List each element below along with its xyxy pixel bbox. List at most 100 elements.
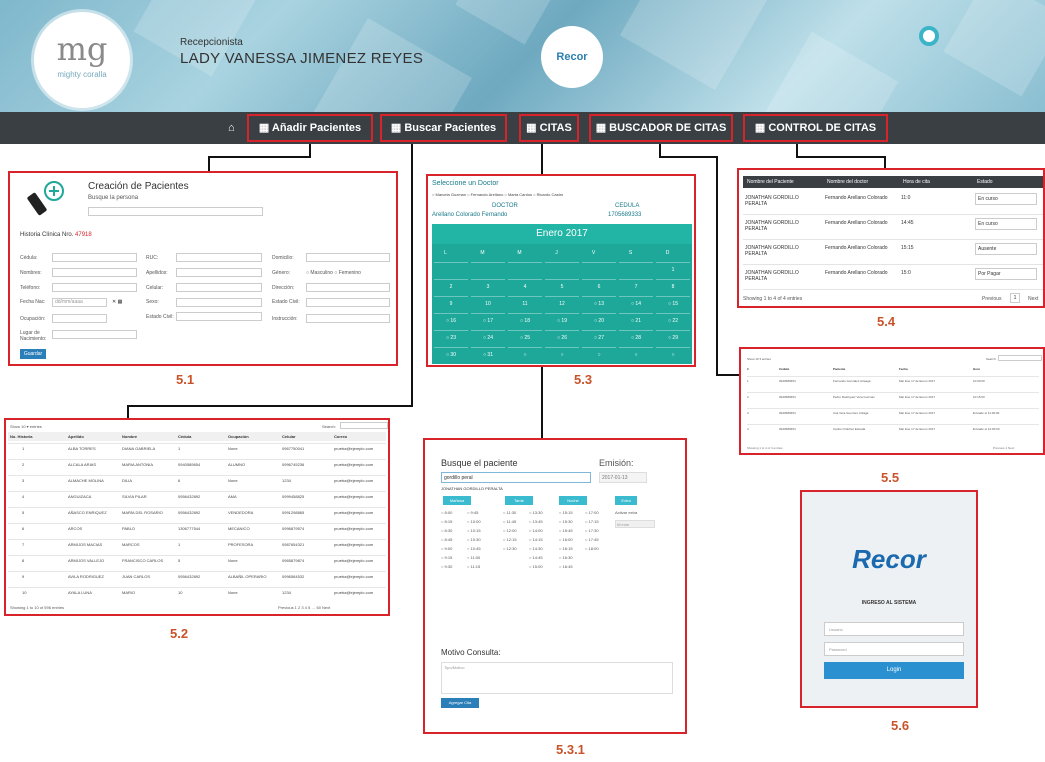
time-slot-radio[interactable]: ○ 12:00 [503, 528, 517, 533]
calendar-day[interactable]: 12 [545, 296, 579, 310]
time-slot-radio[interactable]: ○ 14:30 [529, 546, 543, 551]
time-slot-radio[interactable]: ○ 9:15 [441, 555, 452, 560]
login-button[interactable]: Login [824, 662, 964, 679]
motivo-textarea[interactable]: Tipo/Motivo [441, 662, 673, 694]
time-slot-radio[interactable]: ○ 14:00 [529, 528, 543, 533]
calendar-day[interactable]: ○ 22 [656, 313, 690, 327]
calendar-day[interactable]: ○ 23 [434, 330, 468, 344]
calendar-day[interactable]: 4 [508, 279, 542, 293]
calendar-day[interactable]: ○ 31 [471, 347, 505, 361]
calendar-day[interactable]: 8 [656, 279, 690, 293]
calendar-day[interactable]: ○ [508, 347, 542, 361]
time-slot-radio[interactable]: ○ 14:45 [529, 555, 543, 560]
apellidos-input[interactable] [176, 268, 262, 277]
control-page[interactable]: 1 [1010, 293, 1020, 303]
calendar-day[interactable]: ○ 15 [656, 296, 690, 310]
ocupacion-input[interactable] [52, 314, 107, 323]
calendar-day[interactable]: ○ 21 [619, 313, 653, 327]
time-slot-radio[interactable]: ○ 9:00 [441, 546, 452, 551]
direccion-input[interactable] [306, 283, 390, 292]
time-slot-radio[interactable]: ○ 14:15 [529, 537, 543, 542]
time-slot-radio[interactable]: ○ 15:15 [559, 510, 573, 515]
activar-extra-checkbox[interactable]: Activar extra [615, 510, 637, 515]
nav-appointment-search[interactable]: ▦ BUSCADOR DE CITAS [589, 114, 733, 142]
time-slot-radio[interactable]: ○ 10:00 [467, 519, 481, 524]
lugar-nac-input[interactable] [52, 330, 137, 339]
time-slot-radio[interactable]: ○ 11:45 [503, 519, 516, 524]
calendar-day[interactable]: ○ 20 [582, 313, 616, 327]
time-slot-radio[interactable]: ○ 17:00 [585, 510, 599, 515]
cedula-input[interactable] [52, 253, 137, 262]
time-slot-radio[interactable]: ○ 10:15 [467, 528, 481, 533]
time-slot-radio[interactable]: ○ 12:15 [503, 537, 517, 542]
control-status-select[interactable]: Ausente [975, 243, 1037, 255]
time-slot-radio[interactable]: ○ 12:30 [503, 546, 517, 551]
buscador-search-input[interactable] [998, 355, 1042, 361]
buscador-show[interactable]: Show 10 ▾ entries [747, 357, 771, 361]
estado-civil-input[interactable] [176, 312, 262, 321]
calendar-day[interactable]: 1 [656, 262, 690, 276]
calendar-day[interactable] [545, 262, 579, 276]
calendar-day[interactable]: ○ [545, 347, 579, 361]
calendar-day[interactable]: ○ [619, 347, 653, 361]
calendar-day[interactable]: ○ 26 [545, 330, 579, 344]
patient-suggestion[interactable]: JONATHAN GORDILLO PERALTA [441, 486, 503, 491]
calendar-day[interactable] [619, 262, 653, 276]
buscar-show[interactable]: Show 10 ▾ entries [10, 424, 42, 429]
time-slot-radio[interactable]: ○ 16:15 [559, 546, 573, 551]
nav-search-patients[interactable]: ▦ Buscar Pacientes [380, 114, 507, 142]
calendar-day[interactable]: ○ 27 [582, 330, 616, 344]
time-slot-radio[interactable]: ○ 16:30 [559, 555, 573, 560]
calendar-day[interactable]: 7 [619, 279, 653, 293]
time-slot-radio[interactable]: ○ 13:45 [529, 519, 543, 524]
domicilio-input[interactable] [306, 253, 390, 262]
time-slot-radio[interactable]: ○ 16:45 [559, 564, 573, 569]
time-slot-radio[interactable]: ○ 10:45 [467, 546, 481, 551]
time-slot-radio[interactable]: ○ 13:30 [529, 510, 543, 515]
nav-add-patients[interactable]: ▦ Añadir Pacientes [247, 114, 373, 142]
ruc-input[interactable] [176, 253, 262, 262]
calendar-day[interactable]: 6 [582, 279, 616, 293]
calendar-day[interactable]: ○ 25 [508, 330, 542, 344]
calendar-day[interactable] [434, 262, 468, 276]
buscador-pager[interactable]: Previous 1 Next [993, 446, 1014, 450]
calendar-day[interactable]: ○ 29 [656, 330, 690, 344]
time-slot-radio[interactable]: ○ 8:00 [441, 510, 452, 515]
calendar-day[interactable]: 2 [434, 279, 468, 293]
password-input[interactable]: Password [824, 642, 964, 656]
control-status-select[interactable]: En curso [975, 193, 1037, 205]
time-slot-radio[interactable]: ○ 10:30 [467, 537, 481, 542]
time-slot-radio[interactable]: ○ 11:15 [467, 564, 480, 569]
username-input[interactable]: Usuario [824, 622, 964, 636]
time-slot-radio[interactable]: ○ 11:00 [467, 555, 480, 560]
control-next[interactable]: Next [1028, 296, 1038, 302]
instruccion-input[interactable] [306, 314, 390, 323]
calendar-day[interactable]: 3 [471, 279, 505, 293]
calendar-day[interactable]: 11 [508, 296, 542, 310]
calendar-day[interactable]: ○ 30 [434, 347, 468, 361]
time-slot-radio[interactable]: ○ 8:30 [441, 528, 452, 533]
sexo-input[interactable] [176, 298, 262, 307]
time-slot-radio[interactable]: ○ 8:15 [441, 519, 452, 524]
app-logo[interactable]: mg mighty coralla [34, 12, 130, 108]
save-button[interactable]: Guardar [20, 349, 46, 359]
calendar-day[interactable]: ○ 18 [508, 313, 542, 327]
time-slot-radio[interactable]: ○ 9:45 [467, 510, 478, 515]
control-prev[interactable]: Previous [982, 296, 1001, 302]
nombres-input[interactable] [52, 268, 137, 277]
calendar-day[interactable]: ○ 13 [582, 296, 616, 310]
extra-time-input[interactable]: hh:mm [615, 520, 655, 528]
time-slot-radio[interactable]: ○ 16:00 [559, 537, 573, 542]
extra-button[interactable]: Extra [615, 496, 637, 505]
calendar-day[interactable]: 5 [545, 279, 579, 293]
calendar-day[interactable]: ○ 17 [471, 313, 505, 327]
calendar-day[interactable]: ○ 16 [434, 313, 468, 327]
calendar-day[interactable]: ○ [582, 347, 616, 361]
calendar-day[interactable]: 10 [471, 296, 505, 310]
calendar-day[interactable] [471, 262, 505, 276]
celular-input[interactable] [176, 283, 262, 292]
time-slot-radio[interactable]: ○ 17:30 [585, 528, 599, 533]
nav-appointment-control[interactable]: ▦ CONTROL DE CITAS [743, 114, 888, 142]
add-appointment-button[interactable]: Agregar Cita [441, 698, 479, 708]
search-person-input[interactable] [88, 207, 263, 216]
